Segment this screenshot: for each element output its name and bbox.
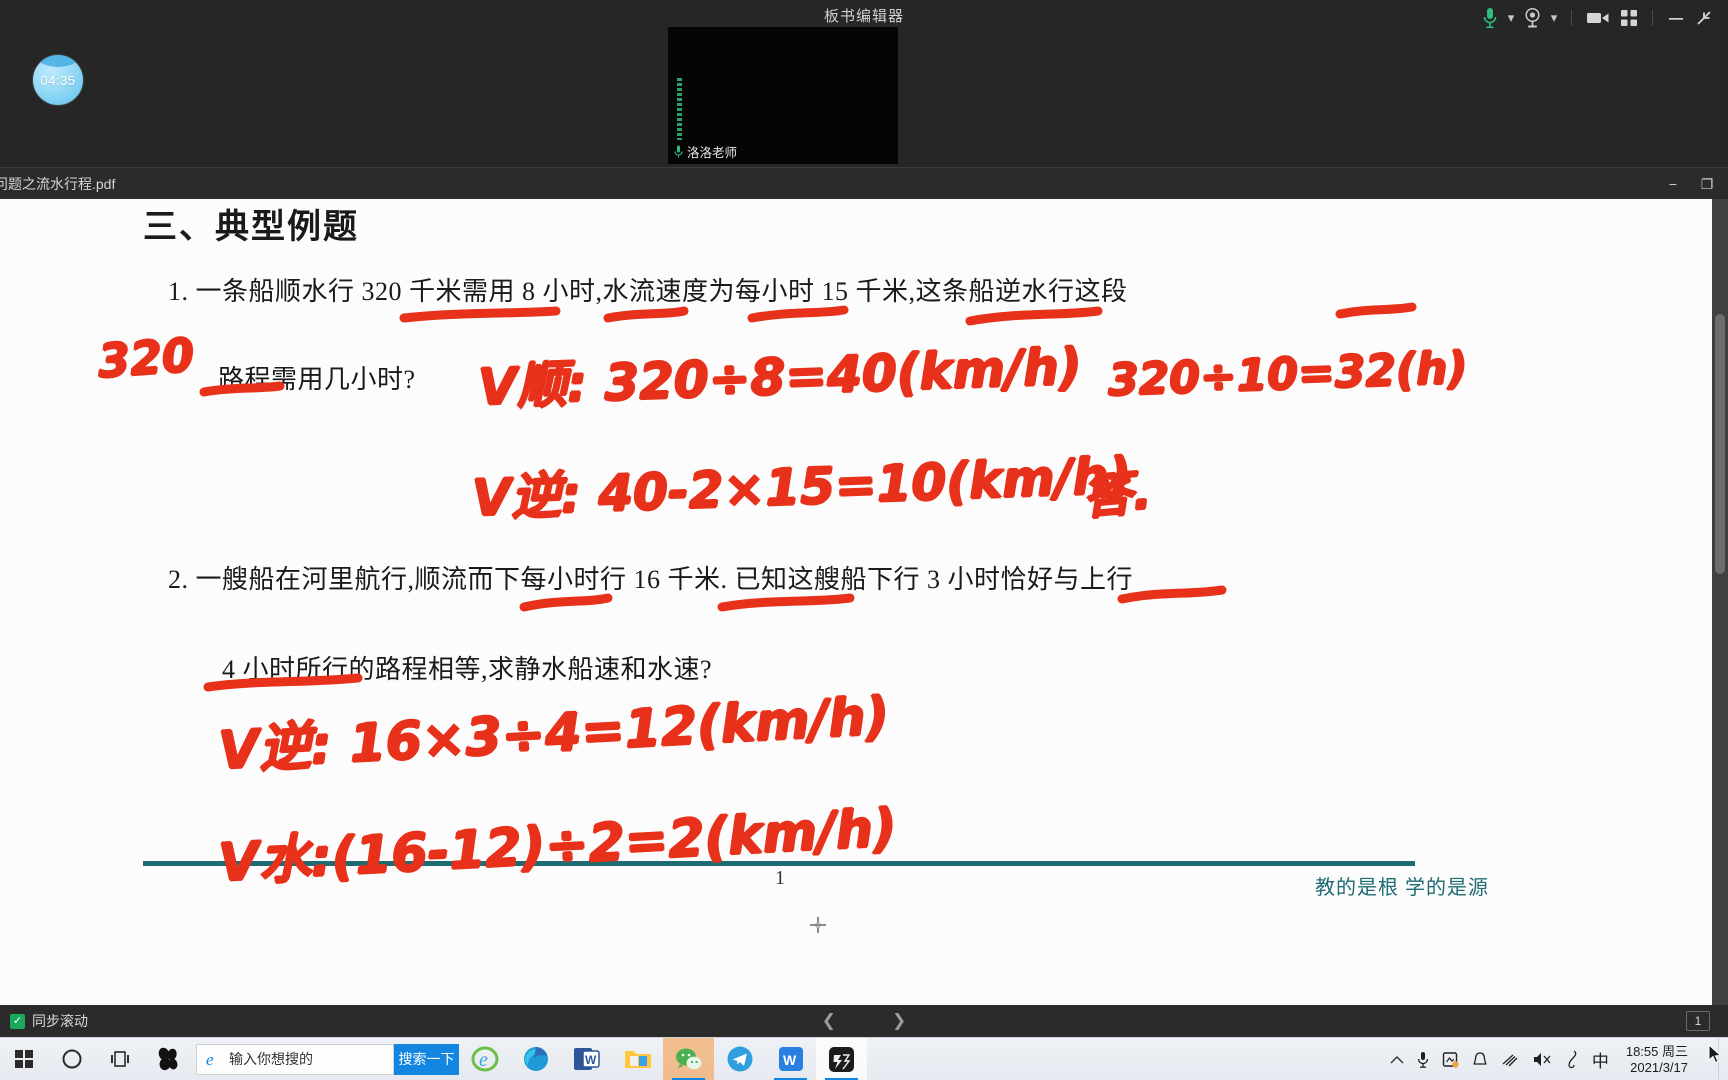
minimize-icon[interactable] xyxy=(1662,3,1690,33)
ink-v-ni: V逆: 40-2×15=10(km/h) xyxy=(471,446,1133,528)
presenter-video-tile[interactable]: 洛洛老师 xyxy=(668,27,898,164)
presenter-name-row: 洛洛老师 xyxy=(674,142,737,161)
microphone-icon[interactable] xyxy=(1417,1051,1429,1069)
pdf-window-buttons: − ❐ xyxy=(1656,168,1724,200)
bell-icon[interactable] xyxy=(1473,1051,1487,1069)
search-button[interactable]: 搜索一下 xyxy=(394,1043,459,1075)
chevron-right-icon[interactable]: ❯ xyxy=(892,1011,906,1031)
taskbar-app-wechat[interactable] xyxy=(663,1037,714,1080)
ink-320-div-10: 320÷10=32(h) xyxy=(1107,342,1469,407)
divider xyxy=(1652,10,1653,26)
divider xyxy=(1571,10,1572,26)
pdf-document-area[interactable]: 三、典型例题 1. 一条船顺水行 320 千米需用 8 小时,水流速度为每小时 … xyxy=(0,199,1728,1005)
pdf-bottom-toolbar: ✓ 同步滚动 ❮ ❯ 1 xyxy=(0,1005,1728,1037)
chevron-up-icon[interactable] xyxy=(1390,1055,1404,1065)
video-camera-icon[interactable] xyxy=(1581,3,1615,33)
pdf-filename: 问题之流水行程.pdf xyxy=(0,175,116,192)
presenter-name: 洛洛老师 xyxy=(687,146,738,160)
clock-time: 18:55 周三 xyxy=(1625,1043,1688,1059)
microphone-icon xyxy=(674,145,683,157)
screenshot-icon[interactable] xyxy=(1442,1051,1460,1069)
svg-text:W: W xyxy=(783,1052,797,1068)
ink-v-shun: V顺: 320÷8=40(km/h) xyxy=(477,337,1083,417)
page-badge[interactable]: 1 xyxy=(1686,1011,1710,1031)
clock[interactable]: 18:55 周三 2021/3/17 xyxy=(1626,1044,1688,1076)
windows-taskbar: e 输入你想搜的 搜索一下 e W W 中 18:55 周三 2021/3/17 xyxy=(0,1037,1728,1080)
taskbar-app-microsoft-word[interactable]: W xyxy=(561,1038,612,1080)
pdf-window-titlebar: 问题之流水行程.pdf − ❐ xyxy=(0,167,1728,199)
session-timer-label: 04:35 xyxy=(40,72,76,88)
task-view-icon[interactable] xyxy=(96,1038,144,1080)
pdf-restore-button[interactable]: ❐ xyxy=(1690,169,1724,199)
question-2-line-2: 4 小时所行的路程相等,求静水船速和水速? xyxy=(222,655,713,684)
pdf-minimize-button[interactable]: − xyxy=(1656,169,1690,199)
grid-icon[interactable] xyxy=(1615,3,1643,33)
ink-answer: 答. xyxy=(1079,462,1154,526)
stylus-cursor-icon xyxy=(810,917,826,933)
screen-root: 板书编辑器 ▾ ▾ 04:35 洛洛老师 问题之流水行程.pdf − ❐ 三、典… xyxy=(0,0,1728,1080)
chevron-down-icon[interactable]: ▾ xyxy=(1503,3,1519,33)
clock-date: 2021/3/17 xyxy=(1630,1059,1688,1075)
pdf-page: 三、典型例题 1. 一条船顺水行 320 千米需用 8 小时,水流速度为每小时 … xyxy=(0,199,1712,1005)
pen-icon[interactable] xyxy=(1565,1050,1579,1069)
session-timer: 04:35 xyxy=(33,55,83,105)
taskbar-app-wps-office[interactable]: W xyxy=(765,1038,816,1080)
classroom-topbar: 板书编辑器 ▾ ▾ 04:35 洛洛老师 xyxy=(0,0,1728,183)
search-input[interactable]: e 输入你想搜的 xyxy=(196,1043,394,1075)
document-scrollbar[interactable] xyxy=(1712,199,1728,1005)
volume-muted-icon[interactable] xyxy=(1532,1051,1552,1068)
sogou-icon[interactable] xyxy=(144,1038,192,1080)
ink-320: 320 xyxy=(96,327,196,389)
volume-meter-icon xyxy=(677,78,682,140)
taskbar-app-telegram[interactable] xyxy=(714,1038,765,1080)
taskbar-app-file-explorer[interactable] xyxy=(612,1038,663,1080)
windows-start-icon[interactable] xyxy=(0,1038,48,1080)
question-1-line-1: 1. 一条船顺水行 320 千米需用 8 小时,水流速度为每小时 15 千米,这… xyxy=(168,277,1128,306)
page-slogan: 教的是根 学的是源 xyxy=(1315,877,1489,899)
collapse-arrow-icon[interactable] xyxy=(1690,3,1718,33)
section-heading: 三、典型例题 xyxy=(143,209,359,246)
question-1-line-2: 路程需用几小时? xyxy=(218,365,416,394)
mouse-cursor-icon xyxy=(1708,1044,1722,1064)
taskbar-app-microsoft-edge[interactable] xyxy=(510,1038,561,1080)
taskbar-app-internet-explorer[interactable]: e xyxy=(459,1038,510,1080)
page-navigation: ❮ ❯ xyxy=(0,1005,1728,1037)
cortana-circle-icon[interactable] xyxy=(48,1038,96,1080)
webcam-icon[interactable] xyxy=(1519,3,1546,33)
page-footer-rule xyxy=(143,861,1415,866)
document-scrollbar-thumb[interactable] xyxy=(1715,314,1725,574)
classroom-controls: ▾ ▾ xyxy=(1477,3,1718,33)
search-placeholder: 输入你想搜的 xyxy=(229,1051,313,1067)
system-tray: 中 18:55 周三 2021/3/17 xyxy=(1390,1038,1688,1080)
classroom-title: 板书编辑器 xyxy=(823,8,904,25)
question-2-line-1: 2. 一艘船在河里航行,顺流而下每小时行 16 千米. 已知这艘船下行 3 小时… xyxy=(168,565,1134,594)
ime-indicator[interactable]: 中 xyxy=(1592,1047,1609,1072)
internet-explorer-icon: e xyxy=(206,1050,214,1069)
chevron-down-icon[interactable]: ▾ xyxy=(1546,3,1562,33)
svg-text:e: e xyxy=(206,1050,214,1069)
taskbar-app-classin[interactable] xyxy=(816,1037,867,1080)
svg-text:e: e xyxy=(479,1049,488,1071)
svg-text:W: W xyxy=(585,1053,597,1067)
wifi-icon[interactable] xyxy=(1500,1052,1519,1068)
chevron-left-icon[interactable]: ❮ xyxy=(822,1011,836,1031)
ink-v-ni-2: V逆: 16×3÷4=12(km/h) xyxy=(217,686,891,782)
microphone-icon[interactable] xyxy=(1477,3,1503,33)
